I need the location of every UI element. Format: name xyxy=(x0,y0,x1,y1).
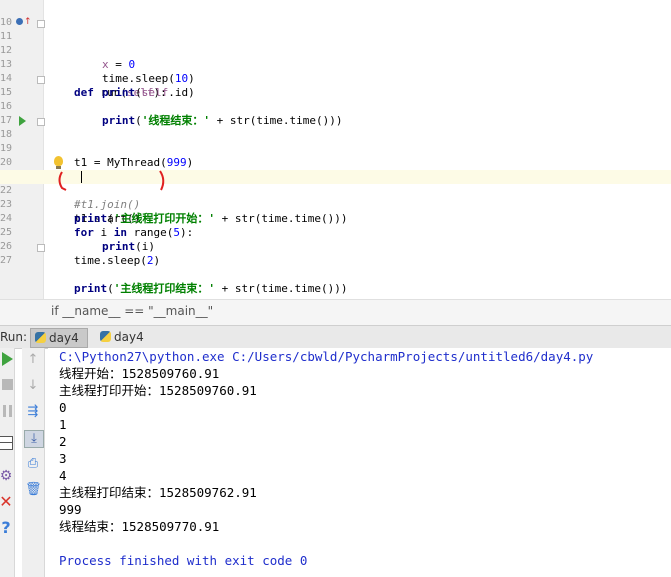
trash-icon[interactable]: 🗑 xyxy=(25,482,42,498)
annotation-left-bracket xyxy=(58,171,67,191)
console-output[interactable]: C:\Python27\python.exe C:/Users/cbwld/Py… xyxy=(48,348,671,577)
run-label: Run: xyxy=(0,330,28,344)
console-line: 线程结束：1528509770.91 xyxy=(59,519,220,534)
console-line: 1 xyxy=(59,417,67,432)
console-line: 2 xyxy=(59,434,67,449)
play-icon[interactable] xyxy=(0,352,15,371)
tab-label: day4 xyxy=(49,331,79,345)
console-line: 0 xyxy=(59,400,67,415)
run-tab[interactable]: day4 xyxy=(100,328,156,346)
layout-icon[interactable] xyxy=(0,436,14,455)
help-icon[interactable]: ? xyxy=(0,520,14,536)
console-line: 主线程打印结束：1528509762.91 xyxy=(59,485,257,500)
console-line: 线程开始：1528509760.91 xyxy=(59,366,220,381)
console-exit-status: Process finished with exit code 0 xyxy=(59,553,308,568)
console-line: 999 xyxy=(59,502,82,517)
scroll-to-end-icon[interactable]: ⤓ xyxy=(24,430,44,448)
run-tab-active[interactable]: day4 xyxy=(30,328,88,348)
console-line: 3 xyxy=(59,451,67,466)
stop-icon[interactable] xyxy=(0,379,15,395)
run-toolbar-secondary: ↑ ↓ ⇶ ⤓ ⎙ 🗑 xyxy=(22,348,45,577)
console-line: 4 xyxy=(59,468,67,483)
annotation-right-bracket xyxy=(159,170,165,191)
console-line: 主线程打印开始：1528509760.91 xyxy=(59,383,257,398)
run-toolbar-primary: ⚙ ✕ ? xyxy=(0,348,15,577)
annotation-marks xyxy=(58,170,165,191)
code-editor[interactable]: 10 11 ↑ def run(self): 12 x = 0 13 time.… xyxy=(0,0,671,299)
tab-label: day4 xyxy=(114,330,144,344)
close-icon[interactable]: ✕ xyxy=(0,494,14,510)
breadcrumb-item[interactable]: if __name__ == "__main__" xyxy=(51,304,213,318)
pause-icon[interactable] xyxy=(0,405,15,422)
print-icon[interactable]: ⎙ xyxy=(25,456,41,472)
breadcrumb[interactable]: if __name__ == "__main__" xyxy=(0,299,671,325)
arrow-up-icon[interactable]: ↑ xyxy=(25,352,41,368)
settings-icon[interactable]: ⚙ xyxy=(0,468,14,485)
arrow-down-icon[interactable]: ↓ xyxy=(25,378,41,394)
soft-wrap-icon[interactable]: ⇶ xyxy=(25,404,41,420)
run-toolwindow-header: Run: day4 day4 xyxy=(0,325,671,349)
python-file-icon xyxy=(100,331,111,342)
python-file-icon xyxy=(35,332,46,343)
console-command-line[interactable]: C:\Python27\python.exe C:/Users/cbwld/Py… xyxy=(59,348,593,365)
